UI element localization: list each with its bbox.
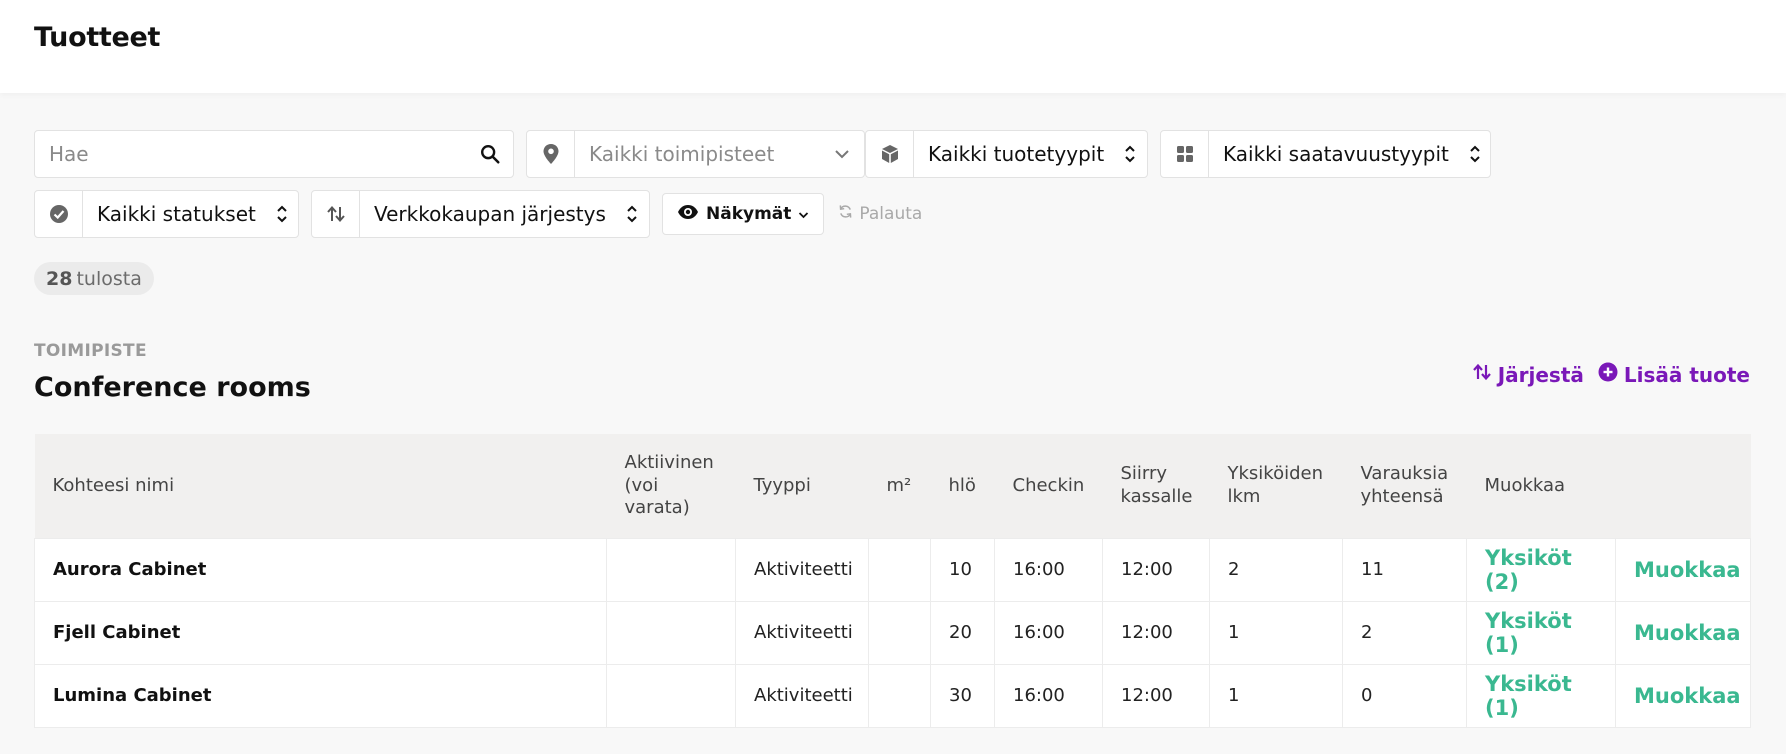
col-header-actions (1615, 434, 1751, 538)
cell-units: 2 (1209, 537, 1343, 602)
cell-type: Aktiviteetti (735, 537, 869, 602)
cell-m2 (868, 600, 931, 665)
col-header-name[interactable]: Kohteesi nimi (34, 434, 607, 538)
cell-name: Aurora Cabinet (34, 537, 607, 602)
status-select-value: Kaikki statukset (97, 202, 256, 226)
units-link[interactable]: Yksiköt (1) (1466, 600, 1616, 665)
cell-checkout: 12:00 (1102, 600, 1210, 665)
cell-active (606, 663, 736, 728)
col-header-persons[interactable]: hlö (930, 434, 995, 538)
cell-active (606, 537, 736, 602)
check-circle-icon (35, 191, 83, 237)
reset-button-label: Palauta (859, 204, 923, 224)
status-select[interactable]: Kaikki statukset (34, 190, 299, 238)
sort-button[interactable]: Järjestä (1472, 362, 1584, 387)
sort-arrows-icon (270, 204, 294, 224)
col-header-checkout[interactable]: Siirry kassalle (1102, 434, 1210, 538)
units-link[interactable]: Yksiköt (1) (1466, 663, 1616, 728)
units-link[interactable]: Yksiköt (2) (1466, 537, 1616, 602)
cell-active (606, 600, 736, 665)
cell-units: 1 (1209, 663, 1343, 728)
sort-button-label: Järjestä (1497, 362, 1584, 387)
products-table: Kohteesi nimi Aktiivinen (voi varata) Ty… (34, 434, 1751, 728)
order-select[interactable]: Verkkokaupan järjestys (311, 190, 650, 238)
grid-icon (1161, 131, 1209, 177)
swap-vertical-icon (312, 191, 360, 237)
table-row: Lumina Cabinet Aktiviteetti 30 16:00 12:… (34, 663, 1751, 728)
section-label: TOIMIPISTE (34, 341, 147, 361)
col-header-m2[interactable]: m² (868, 434, 931, 538)
availability-select[interactable]: Kaikki saatavuustyypit (1160, 130, 1491, 178)
map-pin-icon (527, 131, 575, 177)
cell-m2 (868, 663, 931, 728)
edit-link[interactable]: Muokkaa (1615, 663, 1751, 728)
reset-button[interactable]: Palauta (838, 204, 922, 224)
cell-name: Fjell Cabinet (34, 600, 607, 665)
cell-bookings: 11 (1342, 537, 1467, 602)
cell-units: 1 (1209, 600, 1343, 665)
cell-checkin: 16:00 (994, 600, 1103, 665)
search-icon[interactable] (467, 143, 513, 165)
table-row: Fjell Cabinet Aktiviteetti 20 16:00 12:0… (34, 600, 1751, 665)
cell-name: Lumina Cabinet (34, 663, 607, 728)
cell-persons: 20 (930, 600, 995, 665)
col-header-type[interactable]: Tyyppi (735, 434, 869, 538)
filter-row-2: Kaikki statukset Verkkokaupan järjestys … (34, 190, 922, 238)
cell-checkout: 12:00 (1102, 663, 1210, 728)
cell-checkin: 16:00 (994, 663, 1103, 728)
table-row: Aurora Cabinet Aktiviteetti 10 16:00 12:… (34, 537, 1751, 602)
section-actions: Järjestä Lisää tuote (1472, 362, 1750, 387)
product-type-select[interactable]: Kaikki tuotetyypit (865, 130, 1148, 178)
eye-icon (677, 204, 699, 225)
add-product-button-label: Lisää tuote (1623, 362, 1750, 387)
add-product-button[interactable]: Lisää tuote (1598, 362, 1750, 387)
cell-checkin: 16:00 (994, 537, 1103, 602)
col-header-units[interactable]: Yksiköiden lkm (1209, 434, 1343, 538)
col-header-checkin[interactable]: Checkin (994, 434, 1103, 538)
search-input[interactable] (35, 142, 467, 166)
cell-m2 (868, 537, 931, 602)
chevron-down-icon (830, 149, 854, 159)
location-select[interactable]: Kaikki toimipisteet (526, 130, 865, 178)
sort-arrows-icon (620, 204, 644, 224)
views-button[interactable]: Näkymät (662, 193, 825, 235)
top-bar: Tuotteet (0, 0, 1786, 93)
sort-arrows-icon (1118, 144, 1142, 164)
cell-bookings: 2 (1342, 600, 1467, 665)
col-header-edit: Muokkaa (1466, 434, 1616, 538)
availability-select-value: Kaikki saatavuustyypit (1223, 142, 1449, 166)
col-header-active[interactable]: Aktiivinen (voi varata) (606, 434, 736, 538)
refresh-icon (838, 204, 853, 224)
edit-link[interactable]: Muokkaa (1615, 537, 1751, 602)
order-select-value: Verkkokaupan järjestys (374, 202, 606, 226)
page-title: Tuotteet (34, 22, 161, 53)
filter-row-1: Kaikki toimipisteet Kaikki tuotetyypit K… (34, 130, 1491, 178)
swap-vertical-icon (1472, 362, 1492, 387)
cell-type: Aktiviteetti (735, 600, 869, 665)
location-select-value: Kaikki toimipisteet (589, 142, 775, 166)
cell-checkout: 12:00 (1102, 537, 1210, 602)
product-type-select-value: Kaikki tuotetyypit (928, 142, 1105, 166)
section-title: Conference rooms (34, 372, 311, 403)
views-button-label: Näkymät (706, 204, 792, 224)
results-count-badge: 28 tulosta (34, 262, 154, 295)
cell-bookings: 0 (1342, 663, 1467, 728)
cell-type: Aktiviteetti (735, 663, 869, 728)
search-box[interactable] (34, 130, 514, 178)
box-icon (866, 131, 914, 177)
table-header-row: Kohteesi nimi Aktiivinen (voi varata) Ty… (34, 434, 1751, 538)
plus-circle-icon (1598, 362, 1618, 387)
sort-arrows-icon (1463, 144, 1487, 164)
results-count-number: 28 (46, 267, 73, 290)
results-count-label: tulosta (76, 267, 142, 290)
cell-persons: 10 (930, 537, 995, 602)
cell-persons: 30 (930, 663, 995, 728)
chevron-down-icon (798, 204, 809, 224)
col-header-bookings[interactable]: Varauksia yhteensä (1342, 434, 1467, 538)
edit-link[interactable]: Muokkaa (1615, 600, 1751, 665)
